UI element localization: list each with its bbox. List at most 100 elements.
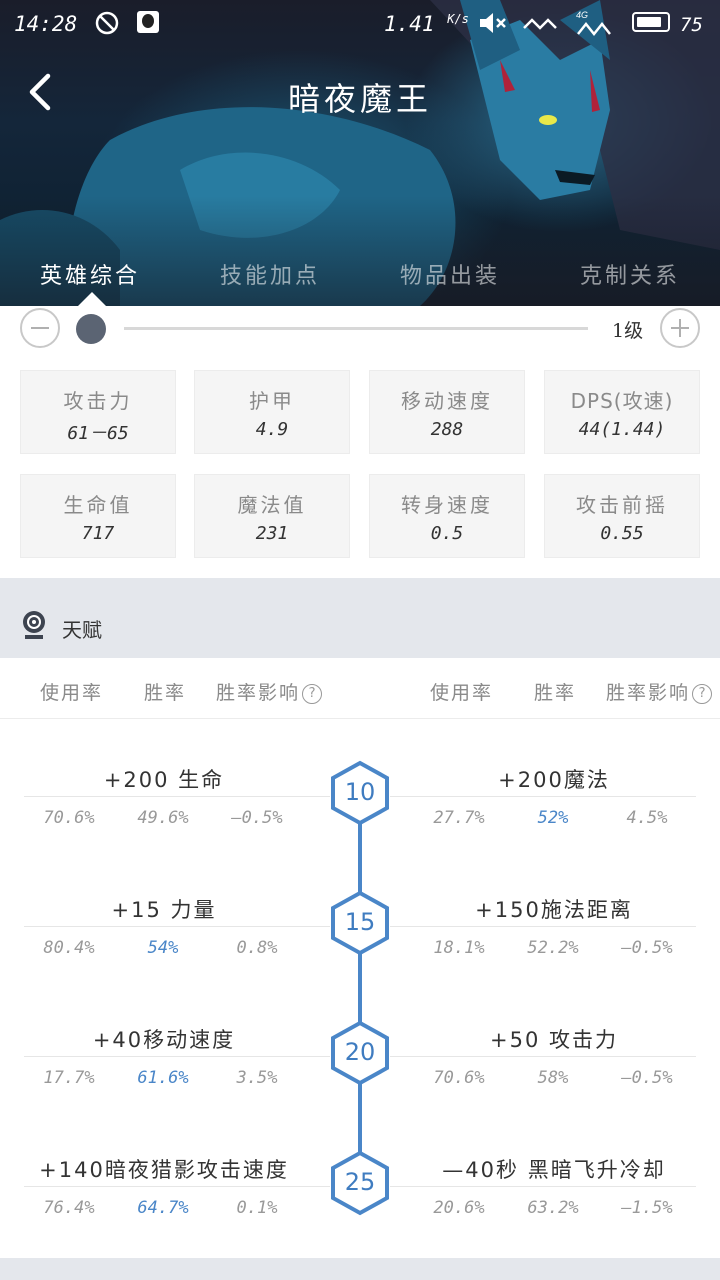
talent-impact: 0.1%	[236, 1198, 278, 1218]
battery-level: 75	[680, 14, 703, 36]
divider	[0, 718, 720, 719]
stat-move-speed: 移动速度 288	[369, 370, 525, 454]
battery-icon	[632, 12, 670, 32]
help-icon[interactable]: ?	[302, 684, 323, 704]
level-increase-button[interactable]	[660, 308, 700, 348]
talent-option-left[interactable]: +15 力量	[4, 894, 324, 924]
svg-text:4G: 4G	[576, 10, 588, 20]
talent-winrate: 61.6%	[137, 1068, 189, 1088]
talent-winrate: 63.2%	[527, 1198, 579, 1218]
talent-level-badge: 15	[329, 890, 391, 956]
column-header-usage-left: 使用率	[40, 682, 104, 704]
stat-health: 生命值 717	[20, 474, 176, 558]
stat-value: 4.9	[255, 419, 289, 440]
stat-label: 护甲	[249, 389, 295, 413]
talent-usage: 70.6%	[433, 1068, 485, 1088]
talent-usage: 20.6%	[433, 1198, 485, 1218]
column-header-impact-label: 胜率影响	[606, 682, 691, 704]
network-speed: 1.41 K/s	[384, 12, 469, 36]
tab-bar: 英雄综合 技能加点 物品出装 克制关系	[0, 250, 720, 306]
column-header-winrate-left: 胜率	[144, 682, 187, 704]
divider	[24, 926, 330, 927]
talent-tree-connector	[358, 800, 362, 1170]
talent-option-right[interactable]: +200魔法	[394, 764, 714, 794]
section-divider	[0, 1258, 720, 1280]
talent-winrate: 52.2%	[527, 938, 579, 958]
plus-icon-vertical	[679, 319, 681, 337]
stat-value: 0.55	[600, 523, 644, 544]
level-slider-row: 1级	[0, 306, 720, 352]
page-title: 暗夜魔王	[287, 80, 432, 118]
talent-option-left[interactable]: +140暗夜猎影攻击速度	[4, 1154, 324, 1184]
talent-winrate: 64.7%	[137, 1198, 189, 1218]
talent-level: 20	[344, 1038, 376, 1066]
talent-impact: —0.5%	[621, 938, 673, 958]
level-decrease-button[interactable]	[20, 308, 60, 348]
stat-value: 0.5	[430, 523, 464, 544]
talent-option-left[interactable]: +40移动速度	[4, 1024, 324, 1054]
signal-4g-icon: 4G	[576, 10, 616, 43]
stat-label: 攻击力	[63, 389, 133, 413]
talent-winrate: 54%	[147, 938, 179, 958]
stat-value: 44(1.44)	[578, 419, 666, 440]
tab-skill-build[interactable]: 技能加点	[180, 258, 360, 290]
tab-hero-overview[interactable]: 英雄综合	[0, 258, 180, 290]
minus-icon	[31, 327, 49, 329]
stat-dps: DPS(攻速) 44(1.44)	[544, 370, 700, 454]
talent-tree-icon	[20, 610, 48, 640]
column-header-impact-left: 胜率影响?	[216, 678, 323, 705]
talent-option-right[interactable]: +150施法距离	[394, 894, 714, 924]
stat-label: 移动速度	[401, 389, 493, 413]
talent-usage: 17.7%	[43, 1068, 95, 1088]
stat-value: 231	[255, 523, 289, 544]
talent-level: 15	[344, 908, 376, 936]
stat-label: 魔法值	[237, 493, 307, 517]
talent-usage: 27.7%	[433, 808, 485, 828]
talent-impact: —1.5%	[621, 1198, 673, 1218]
mute-icon	[478, 10, 508, 41]
talent-impact: 4.5%	[626, 808, 668, 828]
level-value: 1级	[612, 320, 644, 342]
divider	[390, 926, 696, 927]
talent-level: 10	[344, 778, 376, 806]
talent-level-badge: 25	[329, 1150, 391, 1216]
stat-label: 攻击前摇	[576, 493, 668, 517]
talent-level-badge: 20	[329, 1020, 391, 1086]
talent-impact: 0.8%	[236, 938, 278, 958]
divider	[24, 796, 330, 797]
tab-counters[interactable]: 克制关系	[540, 258, 720, 290]
stat-value: 61－65	[67, 423, 129, 444]
tab-item-build[interactable]: 物品出装	[360, 258, 540, 290]
stat-turn-rate: 转身速度 0.5	[369, 474, 525, 558]
divider	[24, 1186, 330, 1187]
help-icon[interactable]: ?	[692, 684, 713, 704]
talent-section-title: 天赋	[62, 618, 102, 642]
status-time: 14:28	[14, 12, 78, 36]
talent-option-left[interactable]: +200 生命	[4, 764, 324, 794]
talent-option-right[interactable]: +50 攻击力	[394, 1024, 714, 1054]
active-tab-indicator	[78, 292, 106, 306]
talent-usage: 80.4%	[43, 938, 95, 958]
level-slider-track[interactable]	[124, 327, 588, 330]
column-header-impact-right: 胜率影响?	[606, 678, 713, 705]
talent-section-header	[0, 578, 720, 658]
stat-value: 288	[430, 419, 464, 440]
divider	[390, 1186, 696, 1187]
stat-label: 转身速度	[401, 493, 493, 517]
talent-option-right[interactable]: —40秒 黑暗飞升冷却	[394, 1154, 714, 1184]
status-bar: 14:28 1.41 K/s 4G 75	[0, 0, 720, 50]
talent-level: 25	[344, 1168, 376, 1196]
level-slider-handle[interactable]	[76, 314, 106, 344]
talent-usage: 70.6%	[43, 808, 95, 828]
talent-impact: 3.5%	[236, 1068, 278, 1088]
divider	[24, 1056, 330, 1057]
signal-icon	[522, 10, 562, 41]
talent-winrate: 58%	[537, 1068, 569, 1088]
stat-attack: 攻击力 61－65	[20, 370, 176, 454]
talent-usage: 18.1%	[433, 938, 485, 958]
do-not-disturb-icon	[94, 10, 120, 41]
stat-value: 717	[81, 523, 115, 544]
talent-impact: —0.5%	[621, 1068, 673, 1088]
divider	[390, 1056, 696, 1057]
stat-attack-point: 攻击前摇 0.55	[544, 474, 700, 558]
